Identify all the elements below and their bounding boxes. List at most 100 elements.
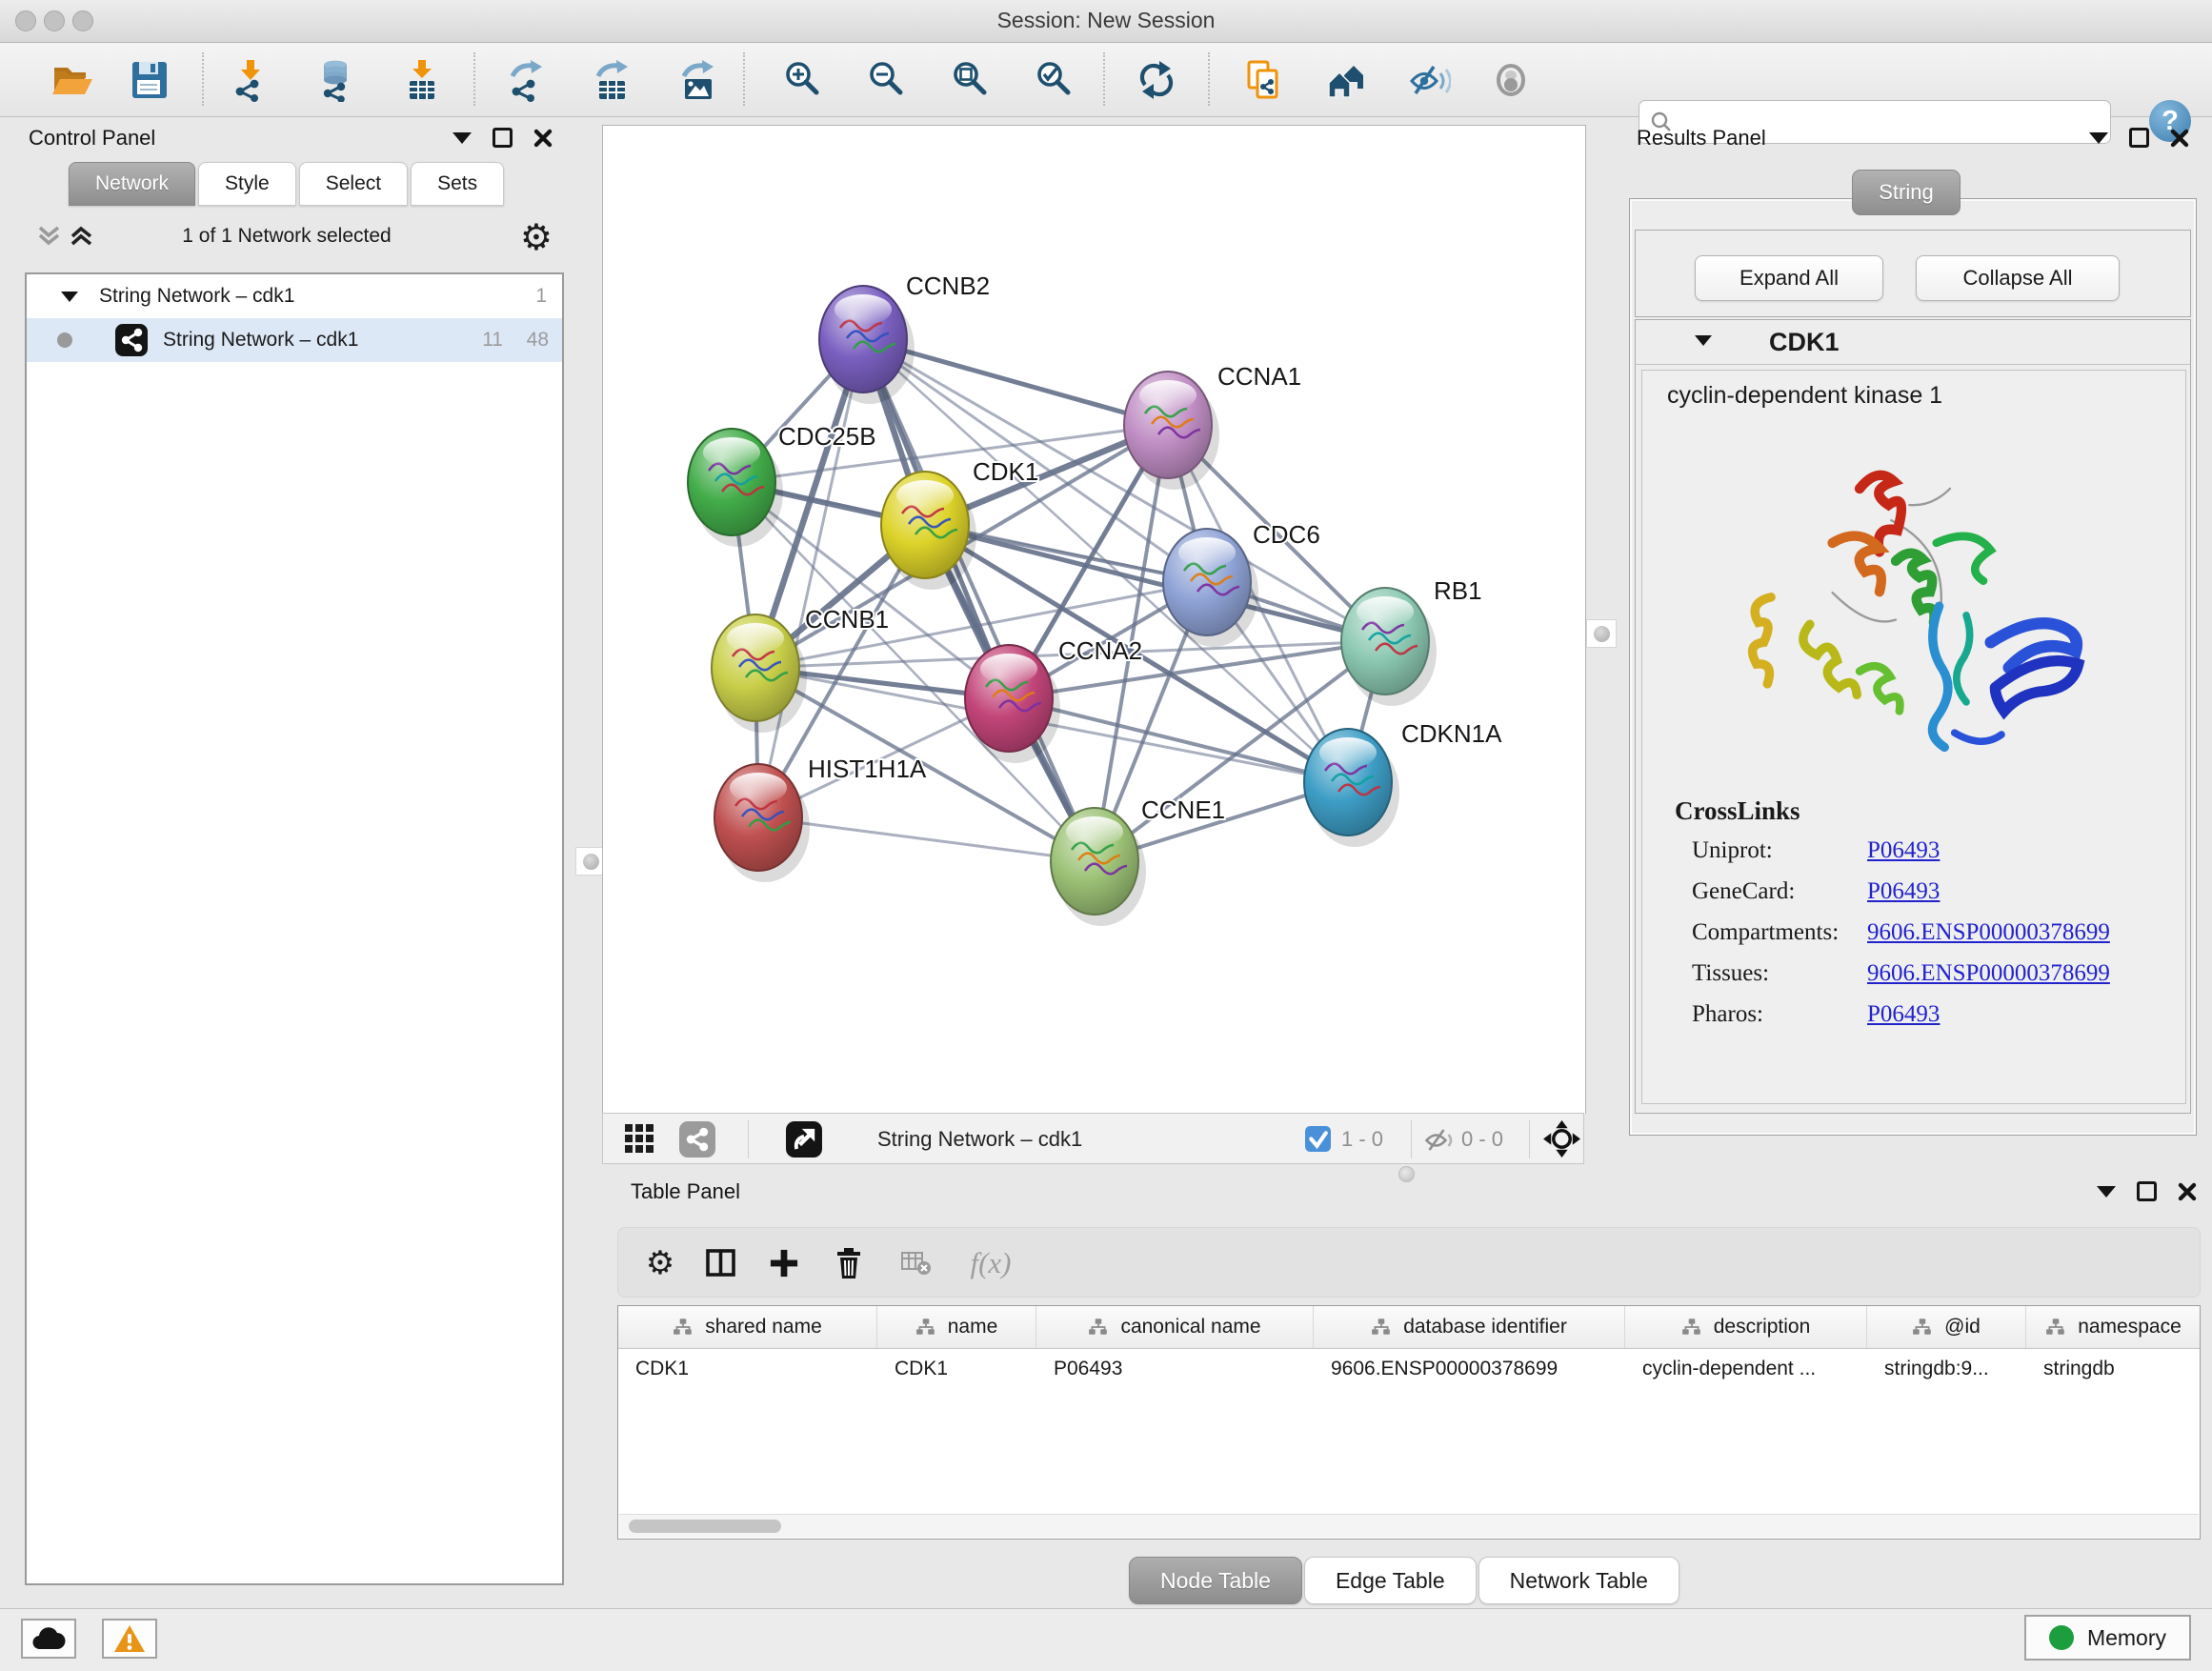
network-view-toolbar: String Network – cdk1 1 - 0 0 - 0 xyxy=(602,1113,1584,1164)
column-header-database-identifier[interactable]: database identifier xyxy=(1314,1306,1625,1348)
column-header-namespace[interactable]: namespace xyxy=(2026,1306,2201,1348)
table-cell[interactable]: stringdb xyxy=(2026,1349,2201,1389)
horizontal-scrollbar[interactable] xyxy=(619,1514,2199,1538)
network-node-CCNE1[interactable]: CCNE1 xyxy=(1051,795,1225,926)
hidden-elements-button[interactable] xyxy=(1422,1126,1454,1159)
gear-icon[interactable]: ⚙ xyxy=(520,219,553,255)
export-network-button[interactable] xyxy=(502,55,552,105)
network-node-CDK1[interactable]: CDK1 xyxy=(881,457,1038,590)
collapse-arrow-icon[interactable] xyxy=(61,292,78,302)
tab-network[interactable]: Network xyxy=(69,162,195,206)
table-cell[interactable]: stringdb:9... xyxy=(1867,1349,2026,1389)
expand-all-icon[interactable] xyxy=(69,225,94,247)
network-node-CDC25B[interactable]: CDC25B xyxy=(688,422,876,547)
network-canvas[interactable]: CCNB2CCNA1CDC25BCDK1CDC6RB1CCNB1CCNA2CDK… xyxy=(602,125,1586,1114)
function-builder-button[interactable]: f(x) xyxy=(957,1243,1024,1283)
first-neighbors-button[interactable] xyxy=(1322,55,1372,105)
tab-edge-table[interactable]: Edge Table xyxy=(1304,1557,1477,1604)
export-image-button[interactable] xyxy=(674,55,723,105)
tab-sets[interactable]: Sets xyxy=(411,162,504,206)
panel-menu-icon[interactable] xyxy=(2089,132,2108,144)
copy-network-button[interactable] xyxy=(1238,55,1288,105)
crosslink-value-link[interactable]: 9606.ENSP00000378699 xyxy=(1867,919,2110,946)
tab-select[interactable]: Select xyxy=(299,162,408,206)
network-collection-row[interactable]: String Network – cdk1 1 xyxy=(27,274,562,318)
close-panel-icon[interactable] xyxy=(2178,1182,2197,1201)
panel-menu-icon[interactable] xyxy=(452,132,472,144)
column-header--id[interactable]: @id xyxy=(1867,1306,2026,1348)
collapse-arrow-icon[interactable] xyxy=(1695,335,1712,346)
network-node-RB1[interactable]: RB1 xyxy=(1341,576,1482,706)
refresh-view-button[interactable] xyxy=(1132,55,1181,105)
save-session-button[interactable] xyxy=(124,55,173,105)
collapse-all-icon[interactable] xyxy=(36,225,62,247)
delete-column-button[interactable] xyxy=(828,1243,870,1283)
node-result-header[interactable]: CDK1 xyxy=(1636,320,2190,365)
pan-mode-button[interactable] xyxy=(1542,1119,1581,1163)
right-splitter-handle[interactable] xyxy=(1586,619,1617,648)
create-column-button[interactable] xyxy=(763,1243,805,1283)
table-cell[interactable]: CDK1 xyxy=(618,1349,877,1389)
zoom-fit-button[interactable] xyxy=(945,55,995,105)
column-header-description[interactable]: description xyxy=(1625,1306,1867,1348)
zoom-selected-button[interactable] xyxy=(1029,55,1078,105)
show-all-button[interactable] xyxy=(1486,55,1536,105)
network-list-toolbar: 1 of 1 Network selected ⚙ xyxy=(8,213,566,261)
zoom-in-button[interactable] xyxy=(777,55,827,105)
tab-node-table[interactable]: Node Table xyxy=(1129,1557,1302,1604)
expand-all-button[interactable]: Expand All xyxy=(1695,255,1883,301)
table-cell[interactable]: P06493 xyxy=(1036,1349,1314,1389)
import-network-database-button[interactable] xyxy=(312,55,361,105)
table-row[interactable]: CDK1CDK1P064939606.ENSP00000378699cyclin… xyxy=(618,1349,2200,1389)
network-selection-status: 1 of 1 Network selected xyxy=(112,225,461,248)
network-node-CDKN1A[interactable]: CDKN1A xyxy=(1304,719,1502,847)
cloud-button[interactable] xyxy=(21,1619,76,1659)
panel-menu-icon[interactable] xyxy=(2097,1186,2116,1198)
tab-string[interactable]: String xyxy=(1852,170,1961,215)
delete-table-button[interactable] xyxy=(895,1243,936,1283)
footer-separator xyxy=(748,1120,749,1158)
toolbar-separator xyxy=(202,52,204,106)
database-import-icon xyxy=(314,58,358,102)
network-node-HIST1H1A[interactable]: HIST1H1A xyxy=(714,755,927,882)
table-settings-button[interactable]: ⚙ xyxy=(639,1243,681,1283)
network-view-button[interactable] xyxy=(679,1121,715,1162)
zoom-out-button[interactable] xyxy=(861,55,911,105)
memory-button[interactable]: Memory xyxy=(2024,1615,2191,1661)
crosslink-label: Uniprot: xyxy=(1692,837,1773,864)
column-header-canonical-name[interactable]: canonical name xyxy=(1036,1306,1314,1348)
import-table-file-button[interactable] xyxy=(397,55,447,105)
open-session-button[interactable] xyxy=(48,55,97,105)
current-network-name: String Network – cdk1 xyxy=(877,1127,1082,1152)
network-node-CCNB2[interactable]: CCNB2 xyxy=(819,272,990,404)
float-panel-icon[interactable] xyxy=(2129,128,2149,148)
crosslink-value-link[interactable]: P06493 xyxy=(1867,837,1940,864)
show-columns-button[interactable] xyxy=(700,1243,742,1283)
hide-selected-button[interactable] xyxy=(1404,55,1454,105)
table-cell[interactable]: 9606.ENSP00000378699 xyxy=(1314,1349,1625,1389)
tab-style[interactable]: Style xyxy=(198,162,296,206)
crosslink-value-link[interactable]: P06493 xyxy=(1867,878,1940,905)
crosslink-value-link[interactable]: P06493 xyxy=(1867,1001,1940,1028)
network-row-selected[interactable]: String Network – cdk1 11 48 xyxy=(27,318,562,362)
export-table-button[interactable] xyxy=(588,55,637,105)
import-network-file-button[interactable] xyxy=(226,55,275,105)
table-cell[interactable]: cyclin-dependent ... xyxy=(1625,1349,1867,1389)
column-header-name[interactable]: name xyxy=(877,1306,1036,1348)
tab-network-table[interactable]: Network Table xyxy=(1478,1557,1679,1604)
float-panel-icon[interactable] xyxy=(2137,1181,2157,1201)
scrollbar-thumb[interactable] xyxy=(629,1520,781,1533)
crosslink-row: Pharos:P06493 xyxy=(1642,997,2185,1038)
birds-eye-view-button[interactable] xyxy=(786,1121,822,1162)
collapse-all-button[interactable]: Collapse All xyxy=(1916,255,2120,301)
crosslink-value-link[interactable]: 9606.ENSP00000378699 xyxy=(1867,960,2110,987)
close-panel-icon[interactable] xyxy=(2170,129,2189,148)
selected-checkbox[interactable] xyxy=(1305,1126,1331,1157)
warnings-button[interactable] xyxy=(102,1619,157,1659)
column-header-shared-name[interactable]: shared name xyxy=(618,1306,877,1348)
table-cell[interactable]: CDK1 xyxy=(877,1349,1036,1389)
close-panel-icon[interactable] xyxy=(533,129,553,148)
float-panel-icon[interactable] xyxy=(493,128,513,148)
network-node-CDC6[interactable]: CDC6 xyxy=(1163,520,1320,647)
grid-view-button[interactable] xyxy=(622,1121,656,1160)
